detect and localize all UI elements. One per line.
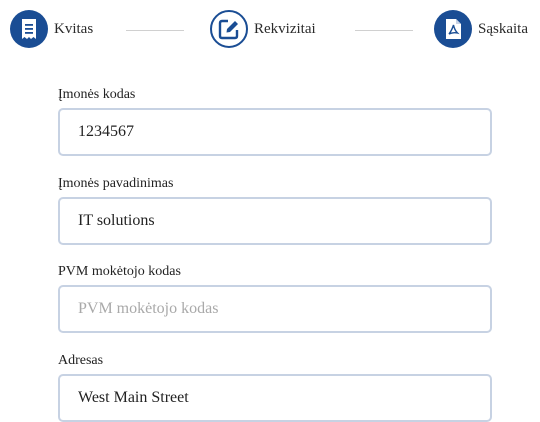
step-kvitas-circle: [10, 10, 48, 48]
company-name-label: Įmonės pavadinimas: [58, 176, 174, 191]
receipt-icon: [22, 19, 36, 39]
step-rekvizitai-label: Rekvizitai: [254, 20, 316, 37]
step-rekvizitai[interactable]: Rekvizitai: [210, 10, 316, 48]
vat-code-field: PVM mokėtojo kodas: [58, 263, 492, 333]
step-saskaita-circle: [434, 10, 472, 48]
company-code-label: Įmonės kodas: [58, 87, 136, 102]
step-connector: [126, 30, 184, 31]
vat-code-label: PVM mokėtojo kodas: [58, 264, 181, 279]
step-kvitas-label: Kvitas: [54, 20, 94, 37]
company-name-field: Įmonės pavadinimas: [58, 175, 492, 245]
address-field: Adresas: [58, 352, 492, 422]
step-rekvizitai-circle: [210, 10, 248, 48]
edit-icon: [218, 19, 239, 40]
step-connector: [355, 30, 413, 31]
step-saskaita[interactable]: Sąskaita: [434, 10, 528, 48]
company-name-input[interactable]: [58, 197, 492, 245]
company-code-field: Įmonės kodas: [58, 86, 492, 156]
step-saskaita-label: Sąskaita: [478, 20, 528, 37]
vat-code-input[interactable]: [58, 285, 492, 333]
checkout-stepper: Kvitas Rekvizitai Sąskaita: [0, 0, 540, 60]
pdf-file-icon: [446, 19, 461, 39]
company-code-input[interactable]: [58, 108, 492, 156]
address-label: Adresas: [58, 353, 104, 368]
step-kvitas[interactable]: Kvitas: [10, 10, 93, 48]
